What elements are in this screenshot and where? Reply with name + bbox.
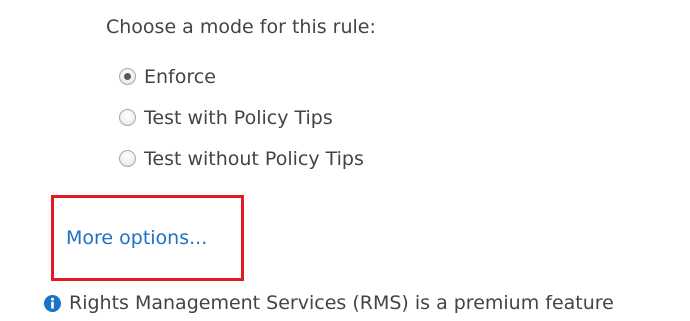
radio-label-test-without-tips: Test without Policy Tips <box>144 147 364 170</box>
rms-notice-text: Rights Management Services (RMS) is a pr… <box>69 292 614 314</box>
mode-radio-group: Enforce Test with Policy Tips Test witho… <box>119 56 364 179</box>
radio-option-enforce[interactable]: Enforce <box>119 56 364 97</box>
radio-option-test-without-tips[interactable]: Test without Policy Tips <box>119 138 364 179</box>
radio-option-test-with-tips[interactable]: Test with Policy Tips <box>119 97 364 138</box>
radio-button-test-with-tips[interactable] <box>119 109 136 126</box>
radio-label-test-with-tips: Test with Policy Tips <box>144 106 333 129</box>
rms-notice: Rights Management Services (RMS) is a pr… <box>44 292 614 314</box>
radio-button-enforce[interactable] <box>119 68 136 85</box>
radio-button-test-without-tips[interactable] <box>119 150 136 167</box>
info-icon <box>44 294 61 312</box>
radio-label-enforce: Enforce <box>144 65 216 88</box>
mode-prompt: Choose a mode for this rule: <box>106 16 376 38</box>
more-options-link[interactable]: More options... <box>66 227 207 249</box>
